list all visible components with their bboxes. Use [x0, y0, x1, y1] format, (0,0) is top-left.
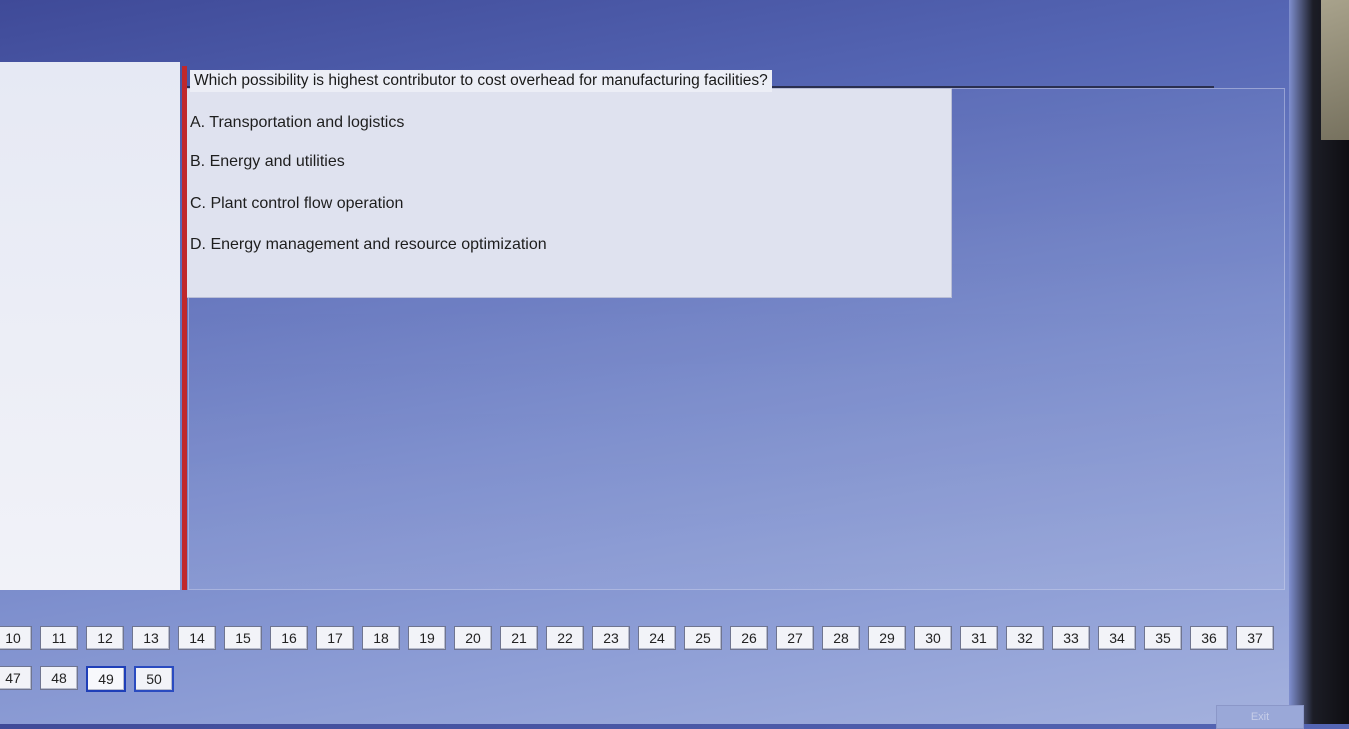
question-nav-button-25[interactable]: 25: [684, 626, 722, 650]
question-nav-row-1: 10 11 12 13 14 15 16 17 18 19 20 21 22 23 24 25 26 27 28 29…: [0, 626, 1274, 650]
red-divider: [182, 66, 187, 590]
question-nav-button-19[interactable]: 19: [408, 626, 446, 650]
question-nav-button-23[interactable]: 23: [592, 626, 630, 650]
question-nav-button-27[interactable]: 27: [776, 626, 814, 650]
option-d[interactable]: D. Energy management and resource optimi…: [190, 236, 547, 254]
monitor-corner: [1321, 0, 1349, 140]
question-nav-button-31[interactable]: 31: [960, 626, 998, 650]
question-nav-button-29[interactable]: 29: [868, 626, 906, 650]
question-nav-button-48[interactable]: 48: [40, 666, 78, 690]
question-nav-button-15[interactable]: 15: [224, 626, 262, 650]
question-nav-row-2: 47 48 49 50: [0, 666, 174, 692]
question-nav-button-36[interactable]: 36: [1190, 626, 1228, 650]
question-nav-button-33[interactable]: 33: [1052, 626, 1090, 650]
question-nav-button-14[interactable]: 14: [178, 626, 216, 650]
question-nav-button-16[interactable]: 16: [270, 626, 308, 650]
question-nav-button-10[interactable]: 10: [0, 626, 32, 650]
question-nav-button-13[interactable]: 13: [132, 626, 170, 650]
question-nav-button-47[interactable]: 47: [0, 666, 32, 690]
question-nav-button-17[interactable]: 17: [316, 626, 354, 650]
question-nav-button-28[interactable]: 28: [822, 626, 860, 650]
question-nav-button-12[interactable]: 12: [86, 626, 124, 650]
option-b[interactable]: B. Energy and utilities: [190, 153, 345, 171]
question-nav-button-34[interactable]: 34: [1098, 626, 1136, 650]
question-nav-button-26[interactable]: 26: [730, 626, 768, 650]
option-a[interactable]: A. Transportation and logistics: [190, 114, 404, 132]
question-nav-button-37[interactable]: 37: [1236, 626, 1274, 650]
question-nav-button-20[interactable]: 20: [454, 626, 492, 650]
question-nav-button-50[interactable]: 50: [134, 666, 174, 692]
question-nav-button-32[interactable]: 32: [1006, 626, 1044, 650]
question-nav-button-11[interactable]: 11: [40, 626, 78, 650]
question-nav-button-21[interactable]: 21: [500, 626, 538, 650]
question-nav-button-49[interactable]: 49: [86, 666, 126, 692]
exit-button[interactable]: Exit: [1216, 705, 1304, 729]
question-nav-button-18[interactable]: 18: [362, 626, 400, 650]
question-nav-button-30[interactable]: 30: [914, 626, 952, 650]
question-nav-button-22[interactable]: 22: [546, 626, 584, 650]
question-text: Which possibility is highest contributor…: [190, 70, 772, 92]
question-nav-button-35[interactable]: 35: [1144, 626, 1182, 650]
left-panel: [0, 62, 180, 590]
question-nav-button-24[interactable]: 24: [638, 626, 676, 650]
option-c[interactable]: C. Plant control flow operation: [190, 195, 403, 213]
